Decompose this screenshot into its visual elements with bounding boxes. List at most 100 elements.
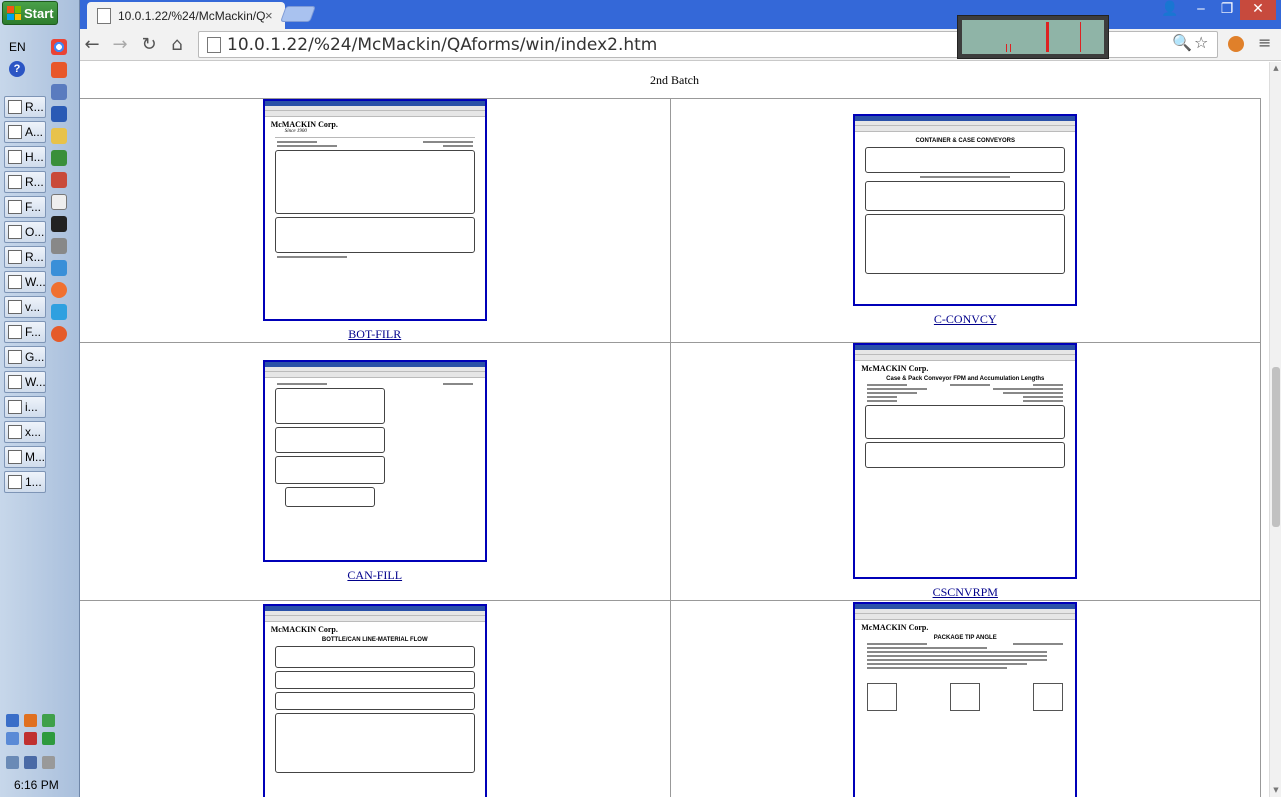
activity-graph bbox=[962, 20, 1104, 54]
taskbar-button[interactable]: x... bbox=[4, 421, 46, 443]
tray-office-icon[interactable] bbox=[24, 714, 37, 727]
taskbar-button[interactable]: W... bbox=[4, 371, 46, 393]
taskbar-button-label: R... bbox=[25, 250, 44, 264]
thumbnail-cell: McMACKIN Corp. BOTTLE/CAN LINE-MATERIAL … bbox=[80, 600, 671, 797]
mail-icon bbox=[8, 300, 22, 314]
skype-quicklaunch-icon[interactable] bbox=[51, 304, 67, 320]
thumb-logo: McMACKIN Corp. bbox=[861, 364, 929, 373]
taskbar-button-label: M... bbox=[25, 450, 45, 464]
taskbar-button-label: F... bbox=[25, 200, 42, 214]
back-button[interactable]: ← bbox=[80, 33, 104, 57]
taskbar-button[interactable]: 1... bbox=[4, 471, 46, 493]
reload-button[interactable]: ↻ bbox=[137, 33, 161, 57]
tray-security-icon[interactable] bbox=[24, 732, 37, 745]
thumbnail-grid: McMACKIN Corp. Since 1900 BOT-FILR CONTA… bbox=[80, 98, 1261, 797]
thumbnail-cell: McMACKIN Corp. PACKAGE TIP ANGLE bbox=[669, 600, 1261, 797]
thumbnail-can-fill[interactable] bbox=[262, 360, 487, 562]
monitor-quicklaunch-icon[interactable] bbox=[51, 84, 67, 100]
extension-icon[interactable] bbox=[1228, 36, 1244, 52]
taskbar-button[interactable]: F... bbox=[4, 196, 46, 218]
taskbar-button-label: G... bbox=[25, 350, 45, 364]
taskbar-button[interactable]: R... bbox=[4, 246, 46, 268]
restore-button[interactable]: ❐ bbox=[1214, 0, 1240, 20]
thumbnail-c-convcy[interactable]: CONTAINER & CASE CONVEYORS bbox=[853, 114, 1078, 306]
start-button[interactable]: Start bbox=[2, 1, 58, 25]
language-indicator[interactable]: EN bbox=[9, 40, 26, 54]
tab-close-icon[interactable]: × bbox=[265, 8, 279, 23]
chrome-quicklaunch-icon[interactable] bbox=[51, 39, 67, 55]
thumbnail-cell: CAN-FILL bbox=[80, 342, 671, 601]
help-icon[interactable]: ? bbox=[9, 61, 25, 77]
tray-network-icon[interactable] bbox=[6, 714, 19, 727]
thumbnail-cell: CONTAINER & CASE CONVEYORS C-CONVCY bbox=[669, 98, 1261, 343]
browser-tab[interactable]: 10.0.1.22/%24/McMackin/Q × bbox=[87, 2, 285, 29]
thumb-logo: McMACKIN Corp. bbox=[861, 623, 929, 632]
taskbar-button[interactable]: R... bbox=[4, 171, 46, 193]
vertical-scrollbar[interactable]: ▲ ▼ bbox=[1269, 62, 1281, 797]
new-tab-button[interactable] bbox=[280, 6, 316, 22]
taskbar-button[interactable]: G... bbox=[4, 346, 46, 368]
taskbar-button[interactable]: H... bbox=[4, 146, 46, 168]
taskbar-button[interactable]: M... bbox=[4, 446, 46, 468]
taskbar-button[interactable]: W... bbox=[4, 271, 46, 293]
folder-quicklaunch-icon[interactable] bbox=[51, 128, 67, 144]
taskbar-button-label: O... bbox=[25, 225, 45, 239]
thumbnail-material-flow[interactable]: McMACKIN Corp. BOTTLE/CAN LINE-MATERIAL … bbox=[262, 604, 487, 797]
network-quicklaunch-icon[interactable] bbox=[51, 150, 67, 166]
page-viewport: 2nd Batch McMACKIN Corp. Since 1900 BOT-… bbox=[80, 62, 1269, 797]
c-convcy-link[interactable]: C-CONVCY bbox=[671, 312, 1261, 327]
taskbar-button-label: A... bbox=[25, 125, 44, 139]
start-label: Start bbox=[24, 5, 54, 21]
thumb-cscnvrpm-title: Case & Pack Conveyor FPM and Accumulatio… bbox=[886, 376, 1045, 382]
app-icon bbox=[8, 350, 22, 364]
taskbar-button[interactable]: F... bbox=[4, 321, 46, 343]
thumbnail-bot-filr[interactable]: McMACKIN Corp. Since 1900 bbox=[262, 99, 487, 321]
taskbar-clock[interactable]: 6:16 PM bbox=[14, 778, 59, 792]
cmd-quicklaunch-icon[interactable] bbox=[51, 216, 67, 232]
user-icon[interactable]: 👤 bbox=[1157, 0, 1183, 20]
taskbar-button-label: R... bbox=[25, 100, 44, 114]
taskbar-button[interactable]: v... bbox=[4, 296, 46, 318]
taskbar-button[interactable]: i... bbox=[4, 396, 46, 418]
taskbar-button[interactable]: O... bbox=[4, 221, 46, 243]
tools-quicklaunch-icon[interactable] bbox=[51, 172, 67, 188]
cscnvrpm-link[interactable]: CSCNVRPM bbox=[671, 585, 1261, 600]
bot-filr-link[interactable]: BOT-FILR bbox=[80, 327, 670, 342]
tray-volume-icon[interactable] bbox=[42, 756, 55, 769]
minimize-button[interactable]: ‒ bbox=[1188, 0, 1214, 20]
tray-check-icon[interactable] bbox=[42, 732, 55, 745]
thumbnail-cscnvrpm[interactable]: McMACKIN Corp. Case & Pack Conveyor FPM … bbox=[853, 343, 1078, 579]
bookmark-star-icon[interactable]: ☆ bbox=[1194, 33, 1208, 52]
ie-quicklaunch-icon[interactable] bbox=[51, 260, 67, 276]
windows-logo-icon bbox=[7, 6, 21, 20]
taskbar-button[interactable]: R... bbox=[4, 96, 46, 118]
zoom-icon[interactable]: 🔍 bbox=[1172, 33, 1192, 52]
thumb-logo: McMACKIN Corp. bbox=[270, 120, 338, 129]
firefox-alt-quicklaunch-icon[interactable] bbox=[51, 326, 67, 342]
thumbnail-cell: McMACKIN Corp. Case & Pack Conveyor FPM … bbox=[669, 342, 1261, 601]
home-button[interactable]: ⌂ bbox=[165, 33, 189, 57]
settings-quicklaunch-icon[interactable] bbox=[51, 238, 67, 254]
office-quicklaunch-icon[interactable] bbox=[51, 62, 67, 78]
thumb-conveyors-title: CONTAINER & CASE CONVEYORS bbox=[915, 138, 1016, 144]
document-icon bbox=[8, 200, 22, 214]
thumbnail-tip-angle[interactable]: McMACKIN Corp. PACKAGE TIP ANGLE bbox=[853, 602, 1078, 797]
scroll-down-arrow-icon[interactable]: ▼ bbox=[1272, 786, 1280, 794]
firefox-quicklaunch-icon[interactable] bbox=[51, 282, 67, 298]
page-info-icon[interactable] bbox=[207, 36, 221, 53]
tray-monitor-icon[interactable] bbox=[24, 756, 37, 769]
scrollbar-thumb[interactable] bbox=[1272, 367, 1280, 527]
forward-button[interactable]: → bbox=[108, 33, 132, 57]
tray-usb-icon[interactable] bbox=[6, 756, 19, 769]
can-fill-link[interactable]: CAN-FILL bbox=[80, 568, 670, 583]
app-icon bbox=[8, 450, 22, 464]
tray-display-icon[interactable] bbox=[6, 732, 19, 745]
taskbar-button[interactable]: A... bbox=[4, 121, 46, 143]
outlook-icon bbox=[8, 225, 22, 239]
word-quicklaunch-icon[interactable] bbox=[51, 106, 67, 122]
chrome-menu-icon[interactable]: ≡ bbox=[1258, 33, 1271, 52]
notepad-quicklaunch-icon[interactable] bbox=[51, 194, 67, 210]
tray-arrow-icon[interactable] bbox=[42, 714, 55, 727]
close-window-button[interactable]: ✕ bbox=[1240, 0, 1276, 20]
scroll-up-arrow-icon[interactable]: ▲ bbox=[1272, 64, 1280, 72]
